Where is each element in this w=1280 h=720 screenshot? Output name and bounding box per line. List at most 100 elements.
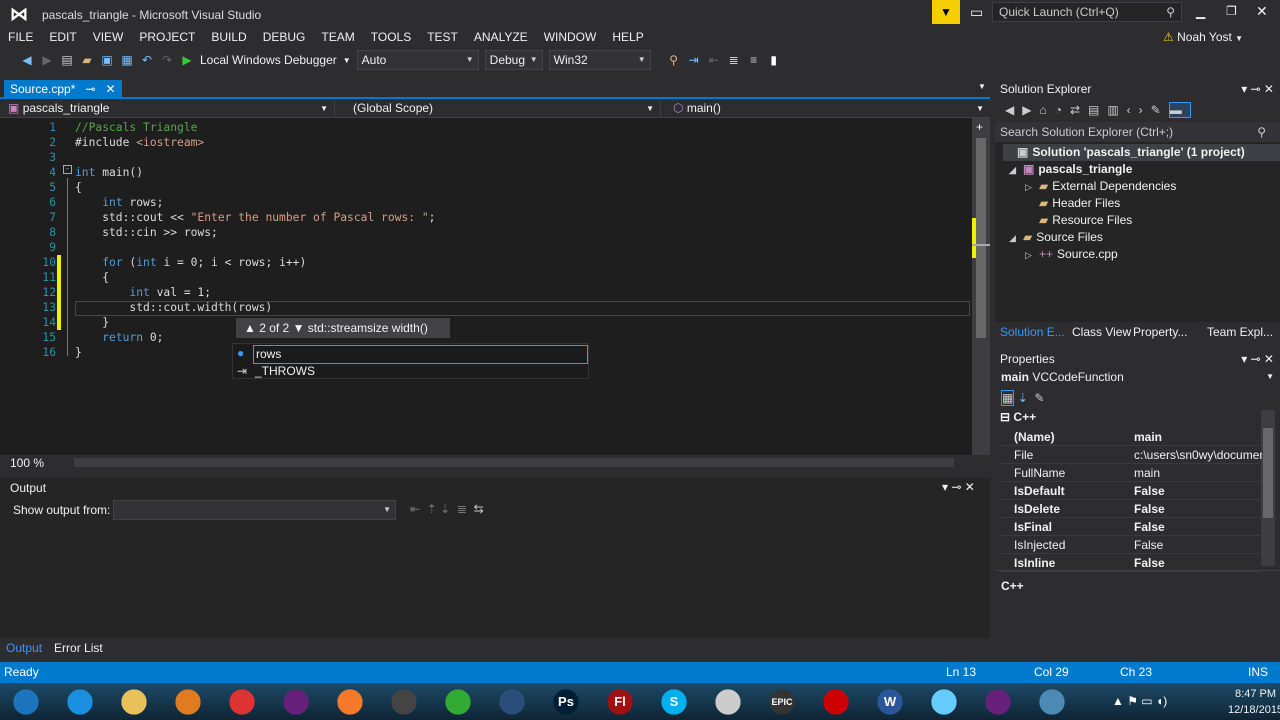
tree-item[interactable]: ▰ Header Files xyxy=(1025,195,1120,212)
code-line[interactable]: int rows; xyxy=(75,195,163,210)
bookmark-icon[interactable]: ▮ xyxy=(767,53,781,67)
output-tab-0[interactable]: Output xyxy=(0,638,48,658)
taskbar-app-media[interactable]: Media xyxy=(166,684,210,719)
split-icon[interactable]: + xyxy=(976,120,983,134)
quick-launch-input[interactable]: Quick Launch (Ctrl+Q) ⚲ xyxy=(992,2,1182,22)
menu-analyze[interactable]: ANALYZE xyxy=(466,28,536,46)
property-pages-icon[interactable]: ✎ xyxy=(1034,391,1044,405)
tree-item[interactable]: ▣ Solution 'pascals_triangle' (1 project) xyxy=(1003,144,1280,161)
editor-horizontal-scrollbar[interactable]: 100 % xyxy=(0,455,972,470)
completion-item[interactable]: ⇥ _THROWS xyxy=(233,363,588,380)
taskbar-app-vs2[interactable]: VS2 xyxy=(976,684,1020,719)
property-row[interactable]: File c:\users\sn0wy\documents xyxy=(1000,446,1262,464)
indent-icon[interactable]: ⇥ xyxy=(687,53,701,67)
tab-source-cpp[interactable]: Source.cpp* ⊸ ✕ xyxy=(4,80,122,98)
find-in-files-icon[interactable]: ⚲ xyxy=(667,53,681,67)
configuration-combo[interactable]: Debug ▼ xyxy=(484,50,543,70)
taskbar-app-aero[interactable]: Aero xyxy=(922,684,966,719)
property-value[interactable]: main xyxy=(1134,464,1262,482)
notification-flag-icon[interactable]: ▼ xyxy=(932,0,960,24)
menu-tools[interactable]: TOOLS xyxy=(363,28,419,46)
taskbar-app-w[interactable]: W xyxy=(868,684,912,719)
expander-icon[interactable]: ▷ xyxy=(1025,179,1039,196)
menu-help[interactable]: HELP xyxy=(604,28,651,46)
taskbar-app-paint[interactable]: Paint xyxy=(706,684,750,719)
code-line[interactable]: for (int i = 0; i < rows; i++) xyxy=(75,255,306,270)
property-row[interactable]: FullName main xyxy=(1000,464,1260,482)
menu-debug[interactable]: DEBUG xyxy=(255,28,314,46)
expander-icon[interactable]: ◢ xyxy=(1009,230,1023,247)
code-line[interactable]: int main() xyxy=(75,165,143,180)
collapse-icon[interactable]: - xyxy=(63,165,72,174)
code-line[interactable]: { xyxy=(75,180,82,195)
scroll-thumb[interactable] xyxy=(976,138,986,338)
panel-controls[interactable]: ▾ ⊸ ✕ xyxy=(1241,350,1274,368)
taskbar-app-start[interactable]: Start xyxy=(4,684,48,719)
output-source-combo[interactable]: ▼ xyxy=(113,500,396,520)
taskbar-app-app[interactable]: App xyxy=(436,684,480,719)
open-file-icon[interactable]: ▰ xyxy=(80,53,94,67)
taskbar-app-video[interactable]: Video xyxy=(382,684,426,719)
property-value[interactable]: False xyxy=(1134,554,1262,572)
outdent-icon[interactable]: ⇤ xyxy=(707,53,721,67)
property-row[interactable]: IsFinal False xyxy=(1000,518,1260,536)
menu-team[interactable]: TEAM xyxy=(313,28,362,46)
close-tab-icon[interactable]: ✕ xyxy=(105,80,115,98)
property-row[interactable]: IsDelete False xyxy=(1000,500,1260,518)
output-tab-1[interactable]: Error List xyxy=(48,638,109,658)
menu-window[interactable]: WINDOW xyxy=(536,28,605,46)
property-row[interactable]: IsInjected False xyxy=(1000,536,1260,554)
comment-icon[interactable]: ≣ xyxy=(727,53,741,67)
solution-tab-2[interactable]: Property... xyxy=(1133,322,1187,342)
code-line[interactable]: std::cout.width(rows) xyxy=(75,300,272,315)
editor-vertical-scrollbar[interactable]: + xyxy=(972,118,990,455)
property-value[interactable]: False xyxy=(1134,518,1262,536)
solution-search-input[interactable]: Search Solution Explorer (Ctrl+;) ⚲ xyxy=(995,122,1280,142)
menu-test[interactable]: TEST xyxy=(419,28,466,46)
solution-tab-3[interactable]: Team Expl... xyxy=(1207,322,1273,342)
code-line[interactable]: std::cout << "Enter the number of Pascal… xyxy=(75,210,435,225)
taskbar-app-chrome[interactable]: Chrome xyxy=(220,684,264,719)
taskbar-app-movie[interactable]: Movie xyxy=(490,684,534,719)
new-project-icon[interactable]: ▤ xyxy=(60,53,74,67)
menu-project[interactable]: PROJECT xyxy=(131,28,203,46)
taskbar-app-img[interactable]: Img xyxy=(1030,684,1074,719)
member-dropdown[interactable]: ⬡ main() ▼ xyxy=(665,100,990,117)
tree-item[interactable]: ◢ ▰ Source Files xyxy=(1009,229,1103,246)
undo-icon[interactable]: ↶ xyxy=(140,53,154,67)
taskbar-app-ie[interactable]: IE xyxy=(58,684,102,719)
platform-combo[interactable]: Win32 ▼ xyxy=(548,50,651,70)
code-line[interactable]: return 0; xyxy=(75,330,163,345)
project-dropdown[interactable]: ▣ pascals_triangle ▼ xyxy=(0,100,335,117)
expander-icon[interactable]: ▷ xyxy=(1025,247,1039,264)
properties-object-combo[interactable]: main VCCodeFunction ▼ xyxy=(995,368,1280,386)
menu-build[interactable]: BUILD xyxy=(203,28,254,46)
taskbar-app-rec[interactable]: Rec xyxy=(814,684,858,719)
debugger-button[interactable]: Local Windows Debugger xyxy=(200,53,337,67)
property-value[interactable]: False xyxy=(1134,500,1262,518)
taskbar-app-fl[interactable]: Fl xyxy=(598,684,642,719)
minimize-button[interactable]: ▁ xyxy=(1196,5,1205,19)
save-icon[interactable]: ▣ xyxy=(100,53,114,67)
taskbar-app-s[interactable]: S xyxy=(652,684,696,719)
zoom-level[interactable]: 100 % xyxy=(10,456,44,470)
feedback-icon[interactable]: ▭ xyxy=(970,4,983,21)
start-debug-icon[interactable]: ▶ xyxy=(180,53,194,67)
code-line[interactable]: int val = 1; xyxy=(75,285,211,300)
tab-overflow-icon[interactable]: ▼ xyxy=(978,82,986,91)
properties-scrollbar[interactable] xyxy=(1261,410,1275,566)
menu-edit[interactable]: EDIT xyxy=(41,28,84,46)
panel-controls[interactable]: ▾ ⊸ ✕ xyxy=(1241,80,1274,98)
code-line[interactable]: } xyxy=(75,345,82,360)
forward-icon[interactable]: ▶ xyxy=(40,53,54,67)
solution-tab-0[interactable]: Solution E... xyxy=(1000,322,1065,342)
taskbar-app-vs[interactable]: VS xyxy=(274,684,318,719)
taskbar-app-epic[interactable]: EPIC xyxy=(760,684,804,719)
code-line[interactable]: std::cin >> rows; xyxy=(75,225,218,240)
solution-tab-1[interactable]: Class View xyxy=(1072,322,1131,342)
taskbar-app-ps[interactable]: Ps xyxy=(544,684,588,719)
clock[interactable]: 8:47 PM 12/18/2015 xyxy=(1228,686,1280,718)
property-row[interactable]: (Name) main xyxy=(1000,428,1260,446)
output-panel-controls[interactable]: ▾ ⊸ ✕ xyxy=(942,480,975,494)
redo-icon[interactable]: ↷ xyxy=(160,53,174,67)
